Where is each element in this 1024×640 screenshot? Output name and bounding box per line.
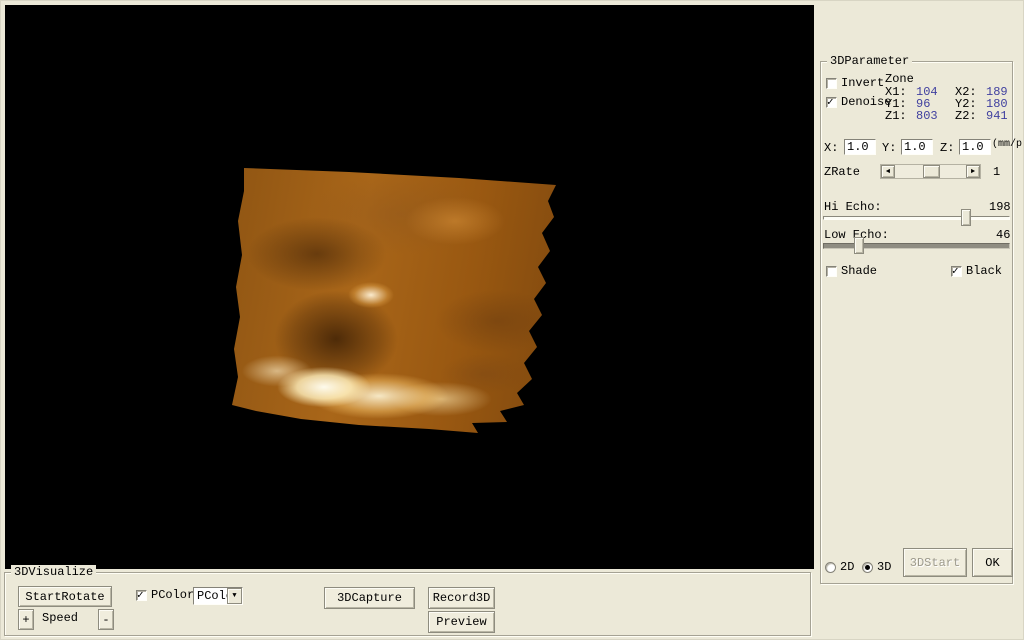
zone-z1-label: Z1: xyxy=(885,109,907,123)
capture3d-button[interactable]: 3DCapture xyxy=(324,587,415,609)
chevron-down-icon[interactable]: ▼ xyxy=(227,588,242,604)
low-echo-value: 46 xyxy=(996,228,1011,242)
hi-echo-value: 198 xyxy=(989,200,1011,214)
scale-y-input[interactable] xyxy=(901,139,933,155)
pcolor-dropdown[interactable]: PColor ▼ xyxy=(193,587,243,605)
zone-z1-value: 803 xyxy=(916,109,938,123)
shade-label: Shade xyxy=(841,264,878,278)
zone-z2-label: Z2: xyxy=(955,109,977,123)
speed-plus-button[interactable]: + xyxy=(18,609,34,630)
scale-x-input[interactable] xyxy=(844,139,876,155)
visualize-groupbox: 3DVisualize StartRotate ✓ PColor PColor … xyxy=(4,565,811,636)
invert-label: Invert xyxy=(841,76,885,90)
scroll-right-icon[interactable]: ► xyxy=(966,165,980,178)
preview-button[interactable]: Preview xyxy=(428,611,495,633)
ultrasound-volume-render[interactable] xyxy=(232,168,556,433)
mode-3d-label: 3D xyxy=(877,560,892,574)
parameter-group-title: 3DParameter xyxy=(827,54,913,68)
hi-echo-label: Hi Echo: xyxy=(824,200,882,214)
hi-echo-track[interactable] xyxy=(823,216,1010,220)
zone-z2-value: 941 xyxy=(986,109,1008,123)
app-window: 3DParameter Invert ✓ Denoise Zone X1: 10… xyxy=(0,0,1024,640)
black-label: Black xyxy=(966,264,1003,278)
record3d-button[interactable]: Record3D xyxy=(428,587,495,609)
ok-button[interactable]: OK xyxy=(972,548,1013,577)
zrate-scrollbar-thumb[interactable] xyxy=(923,165,940,178)
zrate-value: 1 xyxy=(993,165,1001,179)
speed-label: Speed xyxy=(42,611,79,625)
low-echo-track[interactable] xyxy=(823,243,1010,249)
start-rotate-button[interactable]: StartRotate xyxy=(18,586,112,607)
zrate-scrollbar[interactable]: ◄ ► xyxy=(880,164,981,179)
radio-dot-icon xyxy=(865,565,870,570)
zrate-label: ZRate xyxy=(824,165,861,179)
scale-x-label: X: xyxy=(824,141,839,155)
scroll-left-icon[interactable]: ◄ xyxy=(881,165,895,178)
scale-z-label: Z: xyxy=(940,141,955,155)
start3d-button[interactable]: 3DStart xyxy=(903,548,967,577)
shade-checkbox[interactable] xyxy=(826,266,837,277)
scale-y-label: Y: xyxy=(882,141,897,155)
visualize-group-title: 3DVisualize xyxy=(11,565,97,579)
check-icon: ✓ xyxy=(827,97,834,109)
speed-minus-button[interactable]: - xyxy=(98,609,114,630)
mode-2d-radio[interactable] xyxy=(825,562,836,573)
check-icon: ✓ xyxy=(137,590,144,602)
scale-z-input[interactable] xyxy=(959,139,991,155)
render-viewport[interactable] xyxy=(5,5,814,569)
low-echo-slider-thumb[interactable] xyxy=(854,237,864,254)
denoise-label: Denoise xyxy=(841,95,892,109)
panel-separator xyxy=(814,1,816,639)
check-icon: ✓ xyxy=(952,266,959,278)
scale-unit-label: (mm/p) xyxy=(992,139,1023,150)
pcolor-label: PColor xyxy=(151,588,195,602)
mode-3d-radio[interactable] xyxy=(862,562,873,573)
black-checkbox[interactable]: ✓ xyxy=(951,266,962,278)
hi-echo-slider-thumb[interactable] xyxy=(961,209,971,226)
mode-2d-label: 2D xyxy=(840,560,855,574)
invert-checkbox[interactable] xyxy=(826,78,837,89)
pcolor-checkbox[interactable]: ✓ xyxy=(136,590,147,602)
denoise-checkbox[interactable]: ✓ xyxy=(826,97,837,109)
parameter-groupbox: 3DParameter Invert ✓ Denoise Zone X1: 10… xyxy=(820,54,1023,584)
